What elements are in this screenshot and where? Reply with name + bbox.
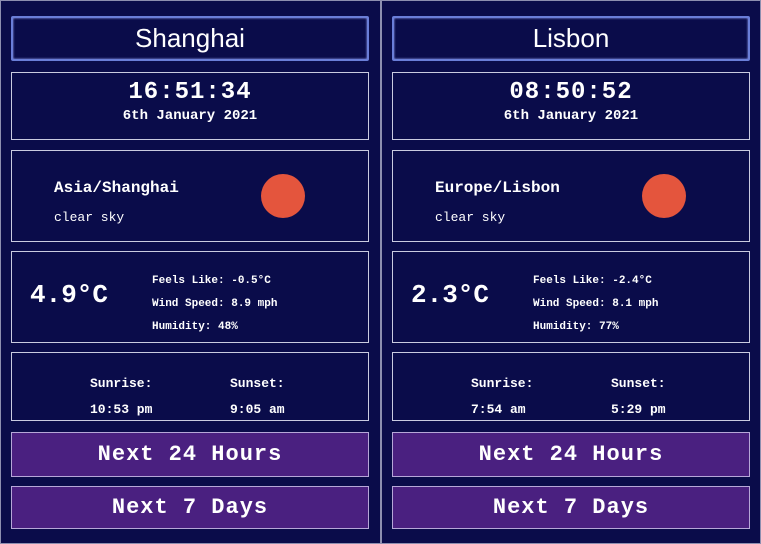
conditions-card: Asia/Shanghai clear sky [11,150,369,242]
temperature-card: 4.9°C Feels Like: -0.5°C Wind Speed: 8.9… [11,251,369,343]
next-7-days-button[interactable]: Next 7 Days [392,486,750,529]
feels-like: Feels Like: -2.4°C [533,275,652,287]
weather-description: clear sky [54,210,125,225]
sunset-block: Sunset: 5:29 pm [611,371,666,423]
sunrise-label: Sunrise: [471,376,534,391]
sunrise-time: 7:54 am [471,402,526,417]
sun-icon [642,174,686,218]
sunset-block: Sunset: 9:05 am [230,371,285,423]
next-24-hours-button[interactable]: Next 24 Hours [11,432,369,477]
sunset-time: 9:05 am [230,402,285,417]
local-time: 08:50:52 [509,79,633,106]
timezone-label: Asia/Shanghai [54,179,179,197]
temperature-value: 2.3°C [411,280,490,310]
city-panel-lisbon: Lisbon 08:50:52 6th January 2021 Europe/… [381,0,761,544]
local-date: 6th January 2021 [503,108,639,124]
wind-speed: Wind Speed: 8.1 mph [533,298,659,310]
sunrise-time: 10:53 pm [90,402,153,417]
sunset-label: Sunset: [611,376,666,391]
city-title-button[interactable]: Lisbon [392,16,750,61]
sunset-time: 5:29 pm [611,402,666,417]
local-time: 16:51:34 [128,79,252,106]
sun-times-card: Sunrise: 7:54 am Sunset: 5:29 pm [392,352,750,421]
sunrise-block: Sunrise: 10:53 pm [90,371,152,423]
clock-card: 16:51:34 6th January 2021 [11,72,369,140]
wind-speed: Wind Speed: 8.9 mph [152,298,278,310]
next-7-days-button[interactable]: Next 7 Days [11,486,369,529]
humidity: Humidity: 48% [152,321,238,333]
city-panel-shanghai: Shanghai 16:51:34 6th January 2021 Asia/… [0,0,381,544]
temperature-card: 2.3°C Feels Like: -2.4°C Wind Speed: 8.1… [392,251,750,343]
weather-dashboard: Shanghai 16:51:34 6th January 2021 Asia/… [0,0,761,544]
sunset-label: Sunset: [230,376,285,391]
local-date: 6th January 2021 [122,108,258,124]
conditions-card: Europe/Lisbon clear sky [392,150,750,242]
humidity: Humidity: 77% [533,321,619,333]
city-title-button[interactable]: Shanghai [11,16,369,61]
next-24-hours-button[interactable]: Next 24 Hours [392,432,750,477]
temperature-value: 4.9°C [30,280,109,310]
timezone-label: Europe/Lisbon [435,179,560,197]
feels-like: Feels Like: -0.5°C [152,275,271,287]
sun-icon [261,174,305,218]
sun-times-card: Sunrise: 10:53 pm Sunset: 9:05 am [11,352,369,421]
sunrise-label: Sunrise: [90,376,153,391]
clock-card: 08:50:52 6th January 2021 [392,72,750,140]
weather-details: Feels Like: -0.5°C Wind Speed: 8.9 mph H… [152,270,277,339]
weather-description: clear sky [435,210,506,225]
sunrise-block: Sunrise: 7:54 am [471,371,533,423]
weather-details: Feels Like: -2.4°C Wind Speed: 8.1 mph H… [533,270,658,339]
